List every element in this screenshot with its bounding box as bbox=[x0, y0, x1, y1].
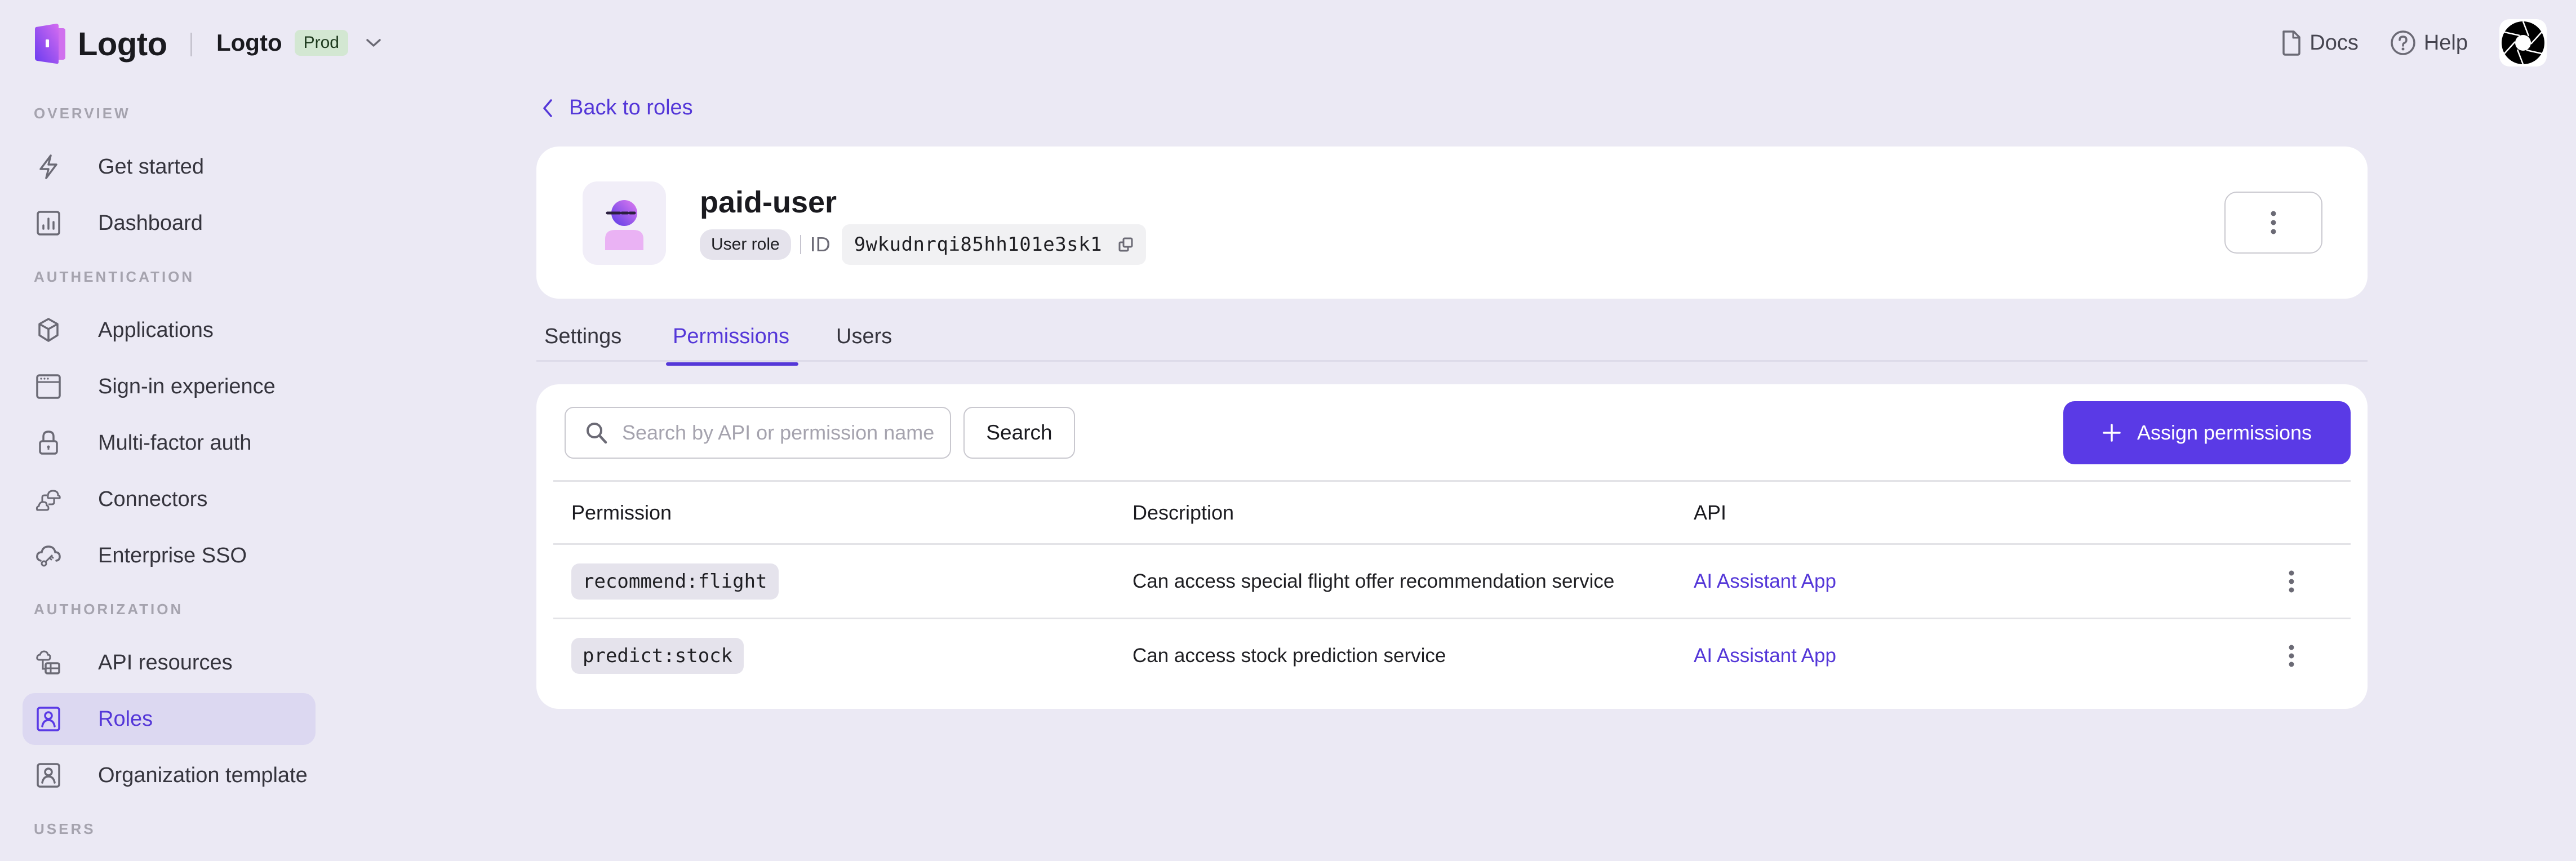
tenant-name: Logto bbox=[216, 29, 282, 56]
lightning-icon bbox=[35, 153, 62, 180]
sidebar-item-label: Enterprise SSO bbox=[98, 543, 247, 567]
section-title-users: USERS bbox=[34, 820, 96, 837]
sidebar-item-label: Dashboard bbox=[98, 211, 203, 235]
role-type-badge: User role bbox=[700, 229, 791, 260]
sidebar-item-multi-factor-auth[interactable]: Multi-factor auth bbox=[23, 417, 316, 469]
role-header-card: paid-user User role ID 9wkudnrqi85hh101e… bbox=[536, 147, 2368, 299]
user-badge-icon bbox=[35, 762, 62, 789]
user-avatar[interactable] bbox=[2499, 19, 2547, 66]
help-label: Help bbox=[2423, 30, 2468, 55]
sidebar-item-sign-in-experience[interactable]: Sign-in experience bbox=[23, 361, 316, 412]
sidebar-item-label: Organization template bbox=[98, 763, 308, 787]
top-bar: Logto Logto Prod Docs Help bbox=[0, 0, 2576, 90]
table-row: predict:stock Can access stock predictio… bbox=[553, 618, 2351, 692]
meta-divider bbox=[800, 235, 801, 254]
role-id-field: 9wkudnrqi85hh101e3sk1 bbox=[841, 224, 1147, 265]
section-title-overview: OVERVIEW bbox=[34, 105, 131, 122]
cloud-key-icon bbox=[35, 542, 62, 569]
sidebar-item-dashboard[interactable]: Dashboard bbox=[23, 197, 316, 249]
table-header-row: Permission Description API bbox=[553, 480, 2351, 543]
tab-settings[interactable]: Settings bbox=[544, 325, 621, 359]
aperture-icon bbox=[2502, 21, 2544, 65]
id-label: ID bbox=[810, 233, 830, 256]
section-title-authentication: AUTHENTICATION bbox=[34, 268, 195, 285]
assign-permissions-button[interactable]: Assign permissions bbox=[2063, 401, 2351, 464]
role-more-options-button[interactable] bbox=[2224, 192, 2322, 254]
document-icon bbox=[2282, 30, 2301, 56]
docs-link[interactable]: Docs bbox=[2281, 29, 2359, 56]
plus-icon bbox=[2103, 424, 2121, 442]
logo[interactable]: Logto bbox=[34, 24, 167, 64]
sidebar-item-connectors[interactable]: Connectors bbox=[23, 473, 316, 525]
sidebar-item-organization-template[interactable]: Organization template bbox=[23, 749, 316, 801]
column-header-description: Description bbox=[1132, 500, 1234, 524]
permission-description: Can access stock prediction service bbox=[1132, 644, 1446, 667]
role-meta: User role ID 9wkudnrqi85hh101e3sk1 bbox=[700, 224, 1147, 265]
logto-logo-icon bbox=[34, 24, 68, 64]
env-badge: Prod bbox=[294, 30, 348, 56]
search-button[interactable]: Search bbox=[963, 407, 1075, 459]
help-circle-icon bbox=[2391, 30, 2415, 55]
permissions-table: Permission Description API recommend:fli… bbox=[553, 480, 2351, 692]
back-label: Back to roles bbox=[569, 96, 693, 119]
sidebar-item-roles[interactable]: Roles bbox=[23, 693, 316, 745]
header-divider bbox=[190, 33, 192, 56]
sidebar-item-label: Sign-in experience bbox=[98, 374, 276, 398]
docs-label: Docs bbox=[2309, 30, 2359, 55]
sidebar-item-label: Connectors bbox=[98, 487, 208, 511]
role-name: paid-user bbox=[700, 185, 837, 219]
search-icon bbox=[587, 423, 607, 444]
sidebar-item-get-started[interactable]: Get started bbox=[23, 141, 316, 193]
chevron-left-icon bbox=[543, 99, 552, 117]
cube-icon bbox=[35, 317, 62, 344]
sidebar-item-api-resources[interactable]: API resources bbox=[23, 637, 316, 689]
tab-permissions[interactable]: Permissions bbox=[666, 325, 798, 366]
brand-name: Logto bbox=[78, 25, 167, 63]
sidebar-item-label: API resources bbox=[98, 650, 233, 674]
tab-users[interactable]: Users bbox=[836, 325, 892, 359]
cloud-database-icon bbox=[35, 649, 62, 676]
permission-description: Can access special flight offer recommen… bbox=[1132, 570, 1615, 592]
back-to-roles-link[interactable]: Back to roles bbox=[542, 96, 693, 120]
role-tabs: Settings Permissions Users bbox=[536, 316, 2368, 366]
row-more-options-button[interactable] bbox=[2275, 559, 2308, 604]
copy-icon bbox=[1118, 237, 1133, 252]
lock-icon bbox=[35, 429, 62, 456]
cloud-connect-icon bbox=[35, 486, 62, 513]
more-vertical-icon bbox=[2289, 645, 2294, 667]
sidebar-item-label: Multi-factor auth bbox=[98, 430, 252, 455]
browser-window-icon bbox=[35, 373, 62, 400]
more-vertical-icon bbox=[2271, 211, 2276, 234]
row-more-options-button[interactable] bbox=[2275, 633, 2308, 678]
api-link[interactable]: AI Assistant App bbox=[1694, 570, 1836, 593]
role-id-value: 9wkudnrqi85hh101e3sk1 bbox=[854, 233, 1103, 256]
search-input[interactable] bbox=[622, 421, 938, 445]
search-field[interactable] bbox=[565, 407, 951, 459]
assign-permissions-label: Assign permissions bbox=[2137, 421, 2312, 444]
permission-name: predict:stock bbox=[571, 637, 744, 674]
permissions-panel: Search Assign permissions Permission Des… bbox=[536, 384, 2368, 709]
sidebar-item-label: Get started bbox=[98, 154, 204, 179]
sidebar-item-label: Applications bbox=[98, 318, 214, 342]
more-vertical-icon bbox=[2289, 570, 2294, 592]
column-header-permission: Permission bbox=[571, 500, 672, 524]
permission-name: recommend:flight bbox=[571, 563, 779, 600]
column-header-api: API bbox=[1694, 500, 1727, 524]
bar-chart-icon bbox=[35, 210, 62, 237]
sidebar-item-applications[interactable]: Applications bbox=[23, 304, 316, 356]
user-role-icon bbox=[605, 200, 643, 250]
table-row: recommend:flight Can access special flig… bbox=[553, 543, 2351, 618]
sidebar-item-enterprise-sso[interactable]: Enterprise SSO bbox=[23, 530, 316, 582]
copy-id-button[interactable] bbox=[1117, 236, 1135, 254]
sidebar-item-label: Roles bbox=[98, 707, 153, 731]
tenant-selector[interactable]: Logto Prod bbox=[216, 29, 382, 56]
sidebar: OVERVIEW Get started Dashboard AUTHENTIC… bbox=[0, 90, 338, 861]
help-link[interactable]: Help bbox=[2390, 30, 2468, 56]
role-avatar bbox=[583, 181, 666, 265]
chevron-down-icon bbox=[366, 39, 381, 47]
api-link[interactable]: AI Assistant App bbox=[1694, 645, 1836, 667]
section-title-authorization: AUTHORIZATION bbox=[34, 601, 184, 618]
user-badge-icon bbox=[35, 705, 62, 733]
